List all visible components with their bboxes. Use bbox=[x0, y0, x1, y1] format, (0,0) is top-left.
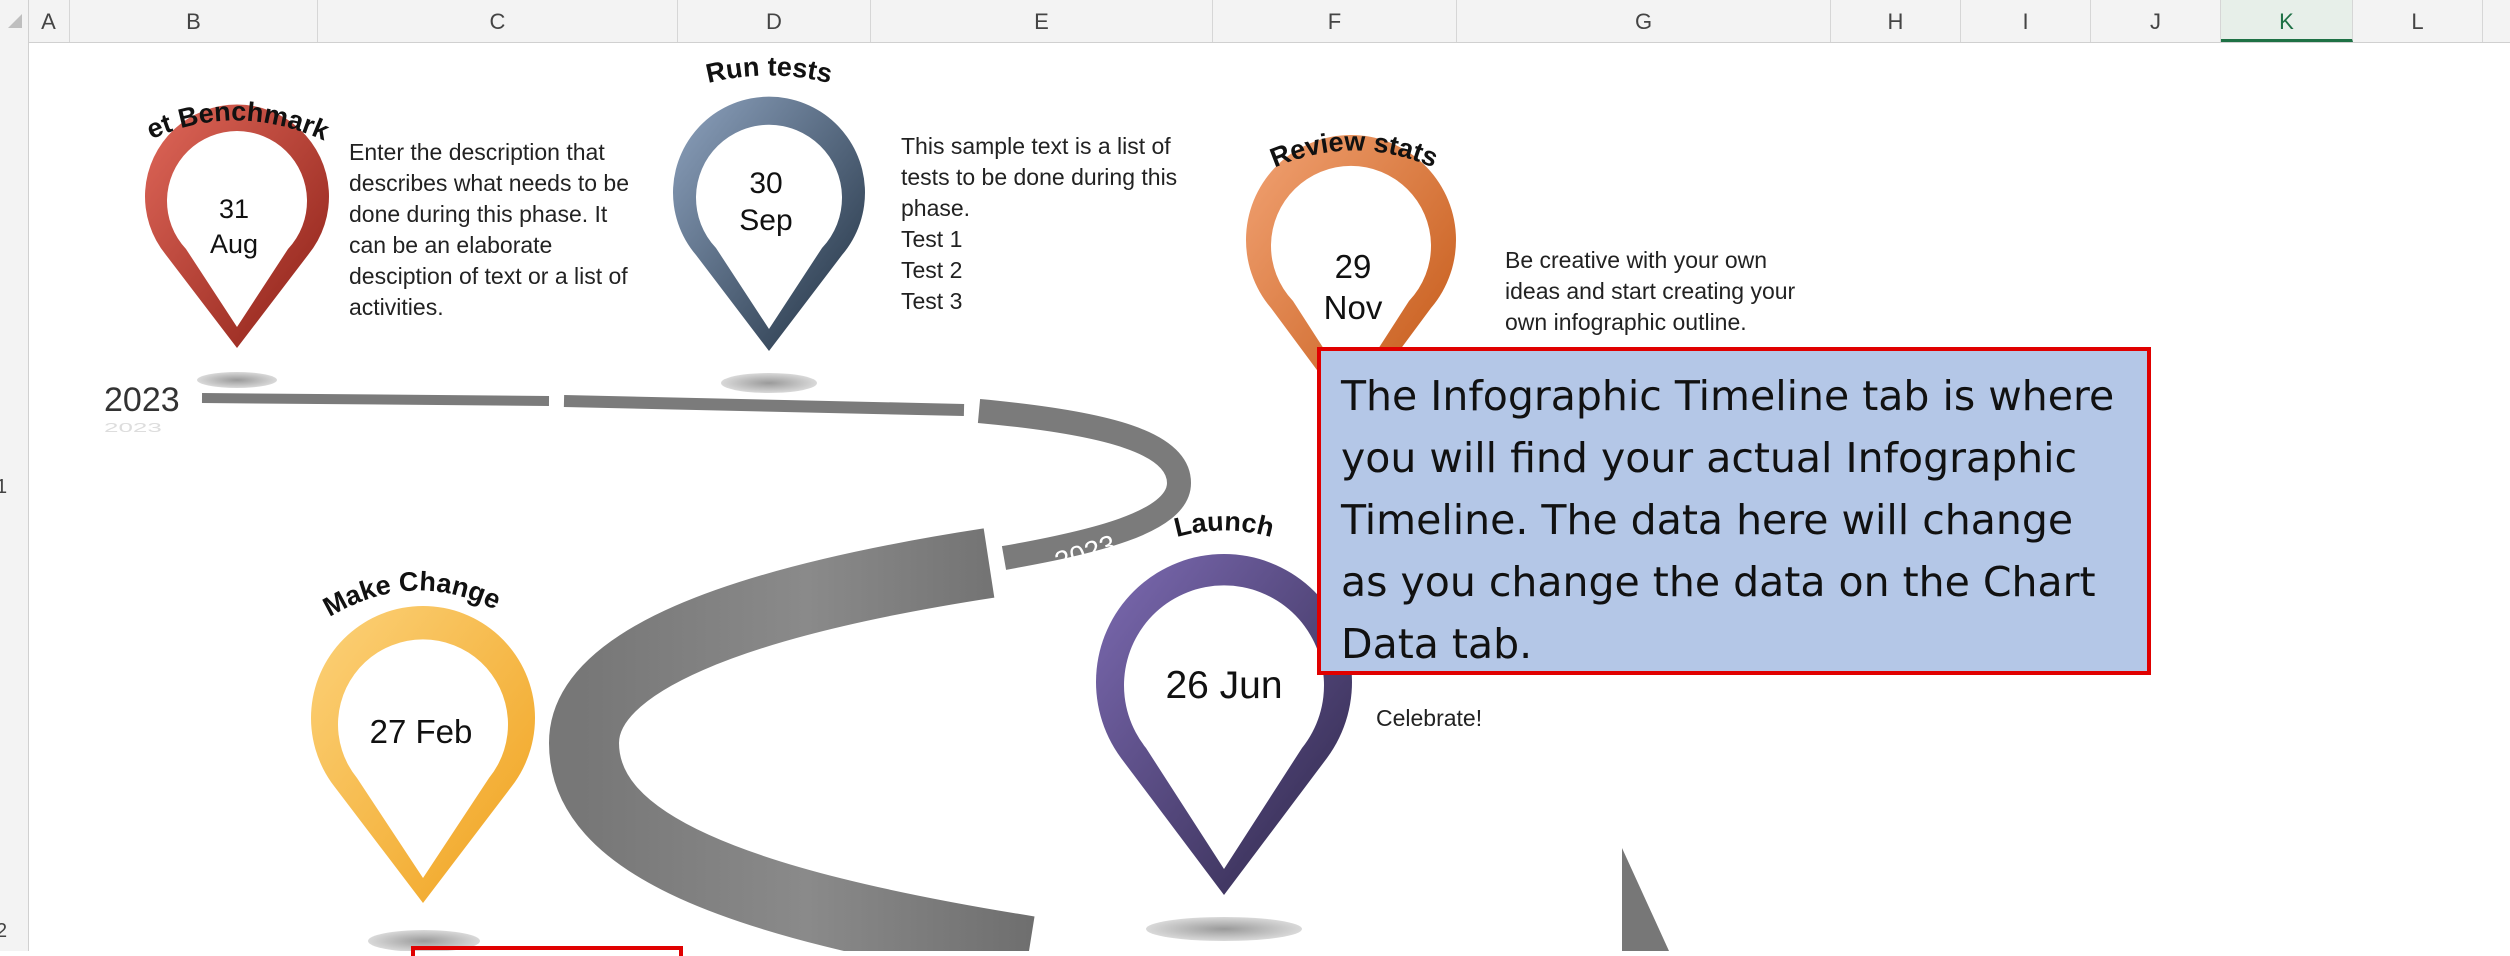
description-line: can be an elaborate bbox=[349, 232, 553, 258]
pin-run-tests[interactable]: Run tests 30 Sep bbox=[673, 51, 866, 393]
phase-title: Set Benchmarks bbox=[29, 43, 334, 147]
phase-day: 31 bbox=[219, 194, 249, 224]
column-header-k[interactable]: K bbox=[2221, 0, 2353, 42]
year-start-label: 2023 bbox=[104, 381, 180, 419]
phase-description-launch: Celebrate! bbox=[1376, 703, 1482, 734]
pin-set-benchmarks[interactable]: Set Benchmarks 31 Aug bbox=[20, 19, 334, 388]
description-line: activities. bbox=[349, 294, 444, 320]
column-header-i[interactable]: I bbox=[1961, 0, 2091, 42]
year-start-reflection: 2023 bbox=[104, 421, 162, 436]
phase-day: 30 bbox=[749, 167, 782, 200]
description-line: Test 1 bbox=[901, 226, 963, 252]
phase-date: 27 Feb bbox=[370, 713, 473, 750]
column-header-a[interactable]: A bbox=[28, 0, 70, 42]
column-header-d[interactable]: D bbox=[678, 0, 871, 42]
phase-date: 26 Jun bbox=[1165, 664, 1282, 707]
row-header-2[interactable]: 2 bbox=[0, 920, 7, 943]
description-line: Test 2 bbox=[901, 257, 963, 283]
select-all-corner[interactable] bbox=[0, 0, 29, 42]
row-header-1[interactable]: 1 bbox=[0, 476, 7, 499]
column-header-g[interactable]: G bbox=[1457, 0, 1831, 42]
description-line: Test 3 bbox=[901, 288, 963, 314]
description-line: This sample text is a list of bbox=[901, 133, 1171, 159]
description-line: ideas and start creating your bbox=[1505, 278, 1796, 304]
road-segment-right bbox=[1622, 848, 1669, 951]
phase-month: Nov bbox=[1324, 289, 1383, 326]
column-header-l[interactable]: L bbox=[2353, 0, 2483, 42]
column-header-bar: A B C D E F G H I J K L bbox=[0, 0, 2510, 43]
callout-box-partial bbox=[411, 946, 683, 956]
phase-description-run-tests: This sample text is a list of tests to b… bbox=[901, 131, 1177, 317]
column-header-f[interactable]: F bbox=[1213, 0, 1457, 42]
description-line: Be creative with your own bbox=[1505, 247, 1768, 273]
info-callout: The Infographic Timeline tab is where yo… bbox=[1317, 347, 2151, 675]
description-line: Enter the description that bbox=[349, 139, 605, 165]
row-header-bar: 1 2 bbox=[0, 42, 29, 951]
column-header-e[interactable]: E bbox=[871, 0, 1213, 42]
pin-shadow bbox=[721, 373, 817, 393]
description-line: phase. bbox=[901, 195, 971, 221]
description-line: describes what needs to be bbox=[349, 170, 630, 196]
pin-launch[interactable]: Launch 26 Jun bbox=[1096, 506, 1352, 941]
phase-day: 29 bbox=[1335, 248, 1372, 285]
column-header-h[interactable]: H bbox=[1831, 0, 1961, 42]
phase-description-review-stats: Be creative with your own ideas and star… bbox=[1505, 245, 1795, 338]
description-line: tests to be done during this bbox=[901, 164, 1178, 190]
phase-title: Launch bbox=[1171, 506, 1277, 543]
column-header-j[interactable]: J bbox=[2091, 0, 2221, 42]
description-line: own infographic outline. bbox=[1505, 309, 1747, 335]
phase-month: Sep bbox=[739, 204, 792, 237]
pin-shadow bbox=[1146, 917, 1302, 941]
description-line: done during this phase. It bbox=[349, 201, 608, 227]
phase-description-set-benchmarks: Enter the description that describes wha… bbox=[349, 137, 629, 323]
select-all-icon bbox=[8, 14, 22, 28]
phase-title: Run tests bbox=[703, 51, 835, 89]
description-line: desciption of text or a list of bbox=[349, 263, 628, 289]
column-header-c[interactable]: C bbox=[318, 0, 678, 42]
column-header-b[interactable]: B bbox=[70, 0, 318, 42]
phase-month: Aug bbox=[210, 229, 258, 259]
description-line: Celebrate! bbox=[1376, 705, 1483, 731]
pin-shadow bbox=[197, 372, 277, 388]
